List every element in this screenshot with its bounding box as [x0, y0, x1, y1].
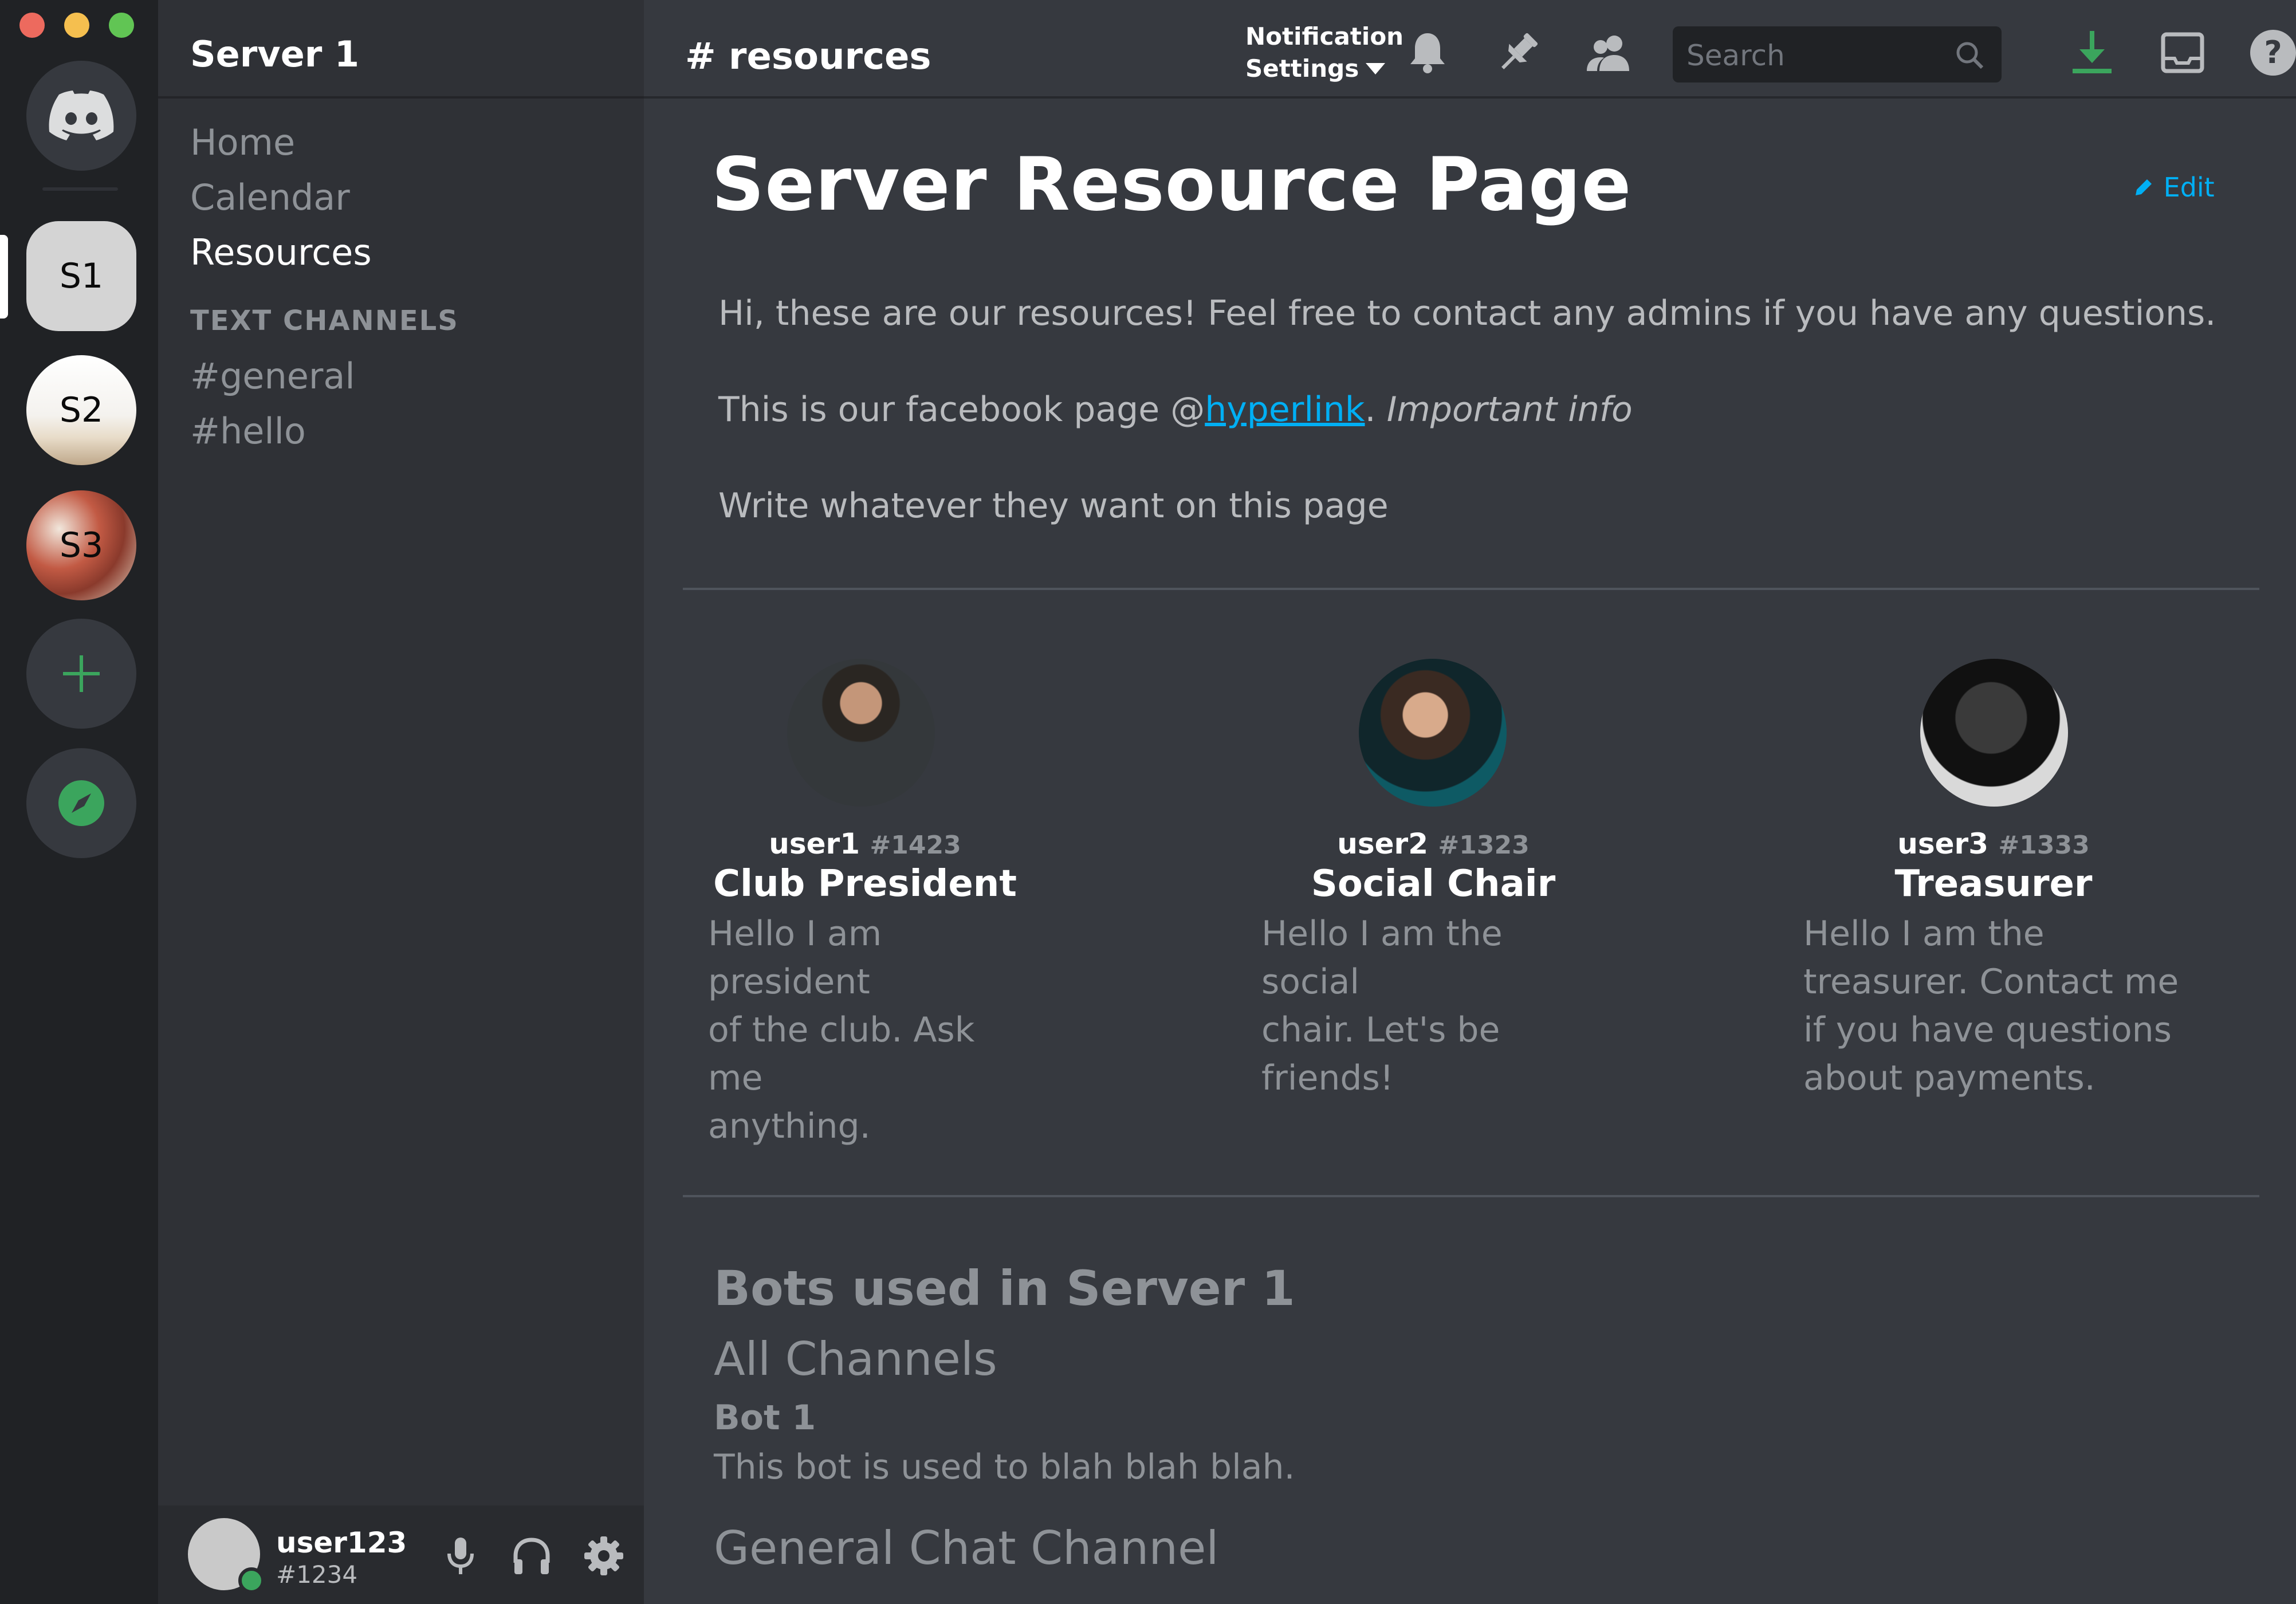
search-icon: [1956, 42, 1984, 69]
rail-separator: [42, 187, 118, 191]
active-server-indicator: [0, 235, 8, 319]
section-heading-all-channels: All Channels: [714, 1332, 997, 1386]
pin-icon[interactable]: [1493, 27, 1543, 78]
write-line: Write whatever they want on this page: [718, 486, 1389, 526]
bots-heading: Bots used in Server 1: [714, 1260, 1295, 1316]
chevron-down-icon: [1366, 63, 1386, 74]
headphones-icon[interactable]: [510, 1534, 553, 1578]
admin-bio: Hello I am the treasurer. Contact me if …: [1803, 910, 2200, 1102]
user-name: user123: [276, 1526, 407, 1559]
admin-avatar[interactable]: [1920, 659, 2068, 807]
server-s2-label: S2: [59, 390, 104, 430]
notification-settings-button[interactable]: Notification Settings: [1245, 21, 1403, 85]
notification-settings-label-2: Settings: [1245, 54, 1359, 82]
microphone-icon[interactable]: [439, 1534, 482, 1578]
admin-username-line: user1 #1423: [693, 827, 1037, 860]
facebook-suffix: .: [1365, 390, 1387, 430]
admin-username-line: user3 #1333: [1822, 827, 2165, 860]
channel-general[interactable]: #general: [190, 355, 355, 397]
download-icon[interactable]: [2067, 27, 2117, 78]
server-s3[interactable]: S3: [26, 490, 136, 600]
admin-card: user2 #1323 Social Chair Hello I am the …: [1261, 659, 1605, 1102]
admin-role: Club President: [713, 863, 1017, 905]
admin-role: Social Chair: [1311, 863, 1556, 905]
user-panel: user123 #1234: [158, 1505, 644, 1604]
channel-sidebar: Server 1 Home Calendar Resources TEXT CH…: [158, 0, 644, 1604]
admin-bio: Hello I am the social chair. Let's be fr…: [1261, 910, 1605, 1102]
important-info: Important info: [1386, 390, 1633, 430]
admin-card: user1 #1423 Club President Hello I am pr…: [693, 659, 1037, 1150]
server-s1-label: S1: [59, 256, 104, 296]
admin-bio-line: Hello I am the social: [1261, 914, 1503, 1002]
admin-bio-line: about payments.: [1803, 1058, 2096, 1098]
facebook-line: This is our facebook page @hyperlink. Im…: [718, 390, 1633, 430]
page-title: Server Resource Page: [711, 142, 1632, 227]
online-status-dot: [238, 1567, 265, 1594]
admin-bio-line: chair. Let's be friends!: [1261, 1010, 1500, 1098]
search-placeholder: Search: [1686, 39, 1785, 72]
admin-bio-line: treasurer. Contact me: [1803, 962, 2179, 1002]
server-header[interactable]: Server 1: [158, 0, 644, 99]
window-minimize-button[interactable]: [64, 13, 89, 38]
members-icon[interactable]: [1583, 27, 1634, 78]
server-s2[interactable]: S2: [26, 355, 136, 465]
server-s3-label: S3: [59, 525, 104, 565]
admin-bio-line: Hello I am the: [1803, 914, 2045, 954]
channel-title: # resources: [685, 36, 931, 78]
plus-icon: [63, 655, 100, 692]
admin-avatar[interactable]: [787, 659, 935, 807]
server-rail: S1 S2 S3: [0, 0, 158, 1604]
admin-discriminator: #1323: [1438, 831, 1530, 860]
divider: [683, 1195, 2259, 1197]
admin-bio-line: anything.: [708, 1106, 871, 1146]
admin-username: user3: [1897, 827, 1988, 860]
bell-icon[interactable]: [1402, 27, 1453, 78]
home-button[interactable]: [26, 61, 136, 171]
text-channels-category[interactable]: TEXT CHANNELS: [190, 305, 459, 337]
intro-text: Hi, these are our resources! Feel free t…: [718, 293, 2216, 333]
admin-role: Treasurer: [1894, 863, 2093, 905]
search-input[interactable]: Search: [1673, 26, 2002, 82]
edit-button[interactable]: Edit: [2132, 172, 2215, 203]
notification-settings-label: Notification: [1245, 22, 1404, 50]
edit-label: Edit: [2163, 172, 2215, 203]
admin-bio-line: if you have questions: [1803, 1010, 2172, 1050]
gear-icon[interactable]: [582, 1534, 626, 1578]
help-icon[interactable]: ?: [2248, 27, 2296, 78]
user-discriminator: #1234: [276, 1560, 358, 1589]
admin-avatar[interactable]: [1359, 659, 1507, 807]
nav-calendar[interactable]: Calendar: [190, 176, 350, 218]
discord-logo-icon: [49, 91, 114, 140]
admin-discriminator: #1423: [870, 831, 961, 860]
nav-resources[interactable]: Resources: [190, 231, 372, 273]
section-heading-general-chat: General Chat Channel: [714, 1522, 1219, 1575]
channel-hello[interactable]: #hello: [190, 410, 306, 452]
window-zoom-button[interactable]: [109, 13, 134, 38]
facebook-link[interactable]: hyperlink: [1205, 390, 1365, 430]
compass-icon: [58, 780, 104, 826]
pencil-icon: [2136, 179, 2152, 195]
channel-header: # resources Notification Settings Search: [644, 0, 2296, 99]
admin-username: user2: [1337, 827, 1428, 860]
explore-servers-button[interactable]: [26, 748, 136, 858]
admin-bio-line: of the club. Ask me: [708, 1010, 975, 1098]
divider: [683, 588, 2259, 590]
inbox-icon[interactable]: [2157, 27, 2208, 78]
window-close-button[interactable]: [19, 13, 45, 38]
admin-card: user3 #1333 Treasurer Hello I am the tre…: [1803, 659, 2200, 1102]
nav-home[interactable]: Home: [190, 121, 295, 163]
server-s1[interactable]: S1: [26, 221, 136, 331]
facebook-prefix: This is our facebook page @: [718, 390, 1205, 430]
admin-username: user1: [769, 827, 860, 860]
admin-discriminator: #1333: [1998, 831, 2090, 860]
admin-bio: Hello I am president of the club. Ask me…: [708, 910, 1037, 1150]
bot-description: This bot is used to blah blah blah.: [714, 1447, 1295, 1487]
add-server-button[interactable]: [26, 619, 136, 729]
admin-bio-line: Hello I am president: [708, 914, 882, 1002]
bot-name: Bot 1: [714, 1398, 816, 1438]
server-name: Server 1: [190, 33, 360, 75]
svg-text:?: ?: [2264, 34, 2282, 70]
admin-username-line: user2 #1323: [1261, 827, 1605, 860]
